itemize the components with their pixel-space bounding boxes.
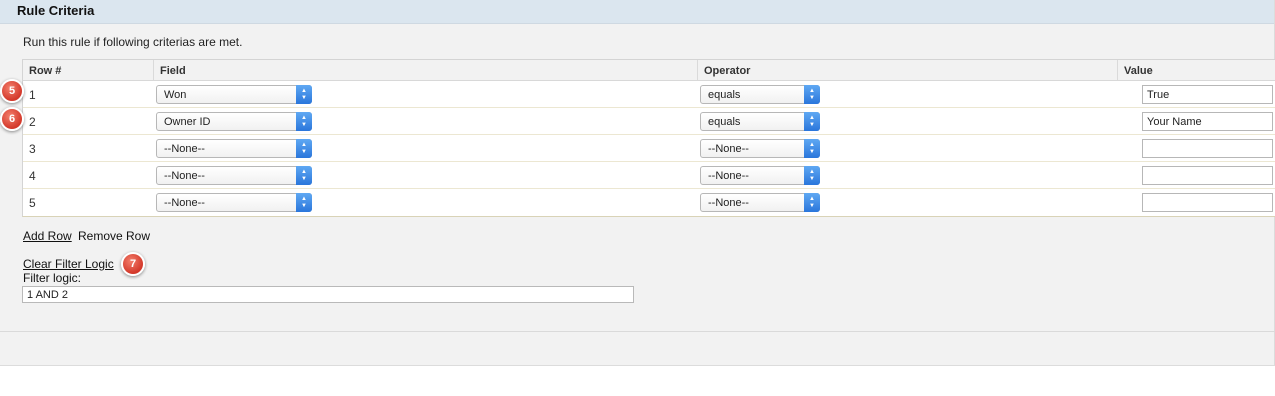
operator-select[interactable]: equals ▲ ▼ [700,85,820,104]
value-input[interactable]: True [1142,85,1273,104]
field-select-value: --None-- [164,143,205,155]
field-select[interactable]: Owner ID ▲ ▼ [156,112,312,131]
updown-arrows-icon: ▲ ▼ [296,112,312,131]
operator-select-value: --None-- [708,170,749,182]
operator-select[interactable]: --None-- ▲ ▼ [700,139,820,158]
updown-arrows-icon: ▲ ▼ [296,85,312,104]
remove-row-text: Remove Row [78,229,151,243]
field-select-value: Won [164,89,187,101]
column-header-row-number: Row # [29,65,62,77]
updown-arrows-icon: ▲ ▼ [296,139,312,158]
row-number: 1 [29,88,36,102]
intro-text: Run this rule if following criterias are… [23,35,243,49]
operator-select-value: --None-- [708,197,749,209]
column-header-value: Value [1117,60,1275,80]
updown-arrows-icon: ▲ ▼ [804,193,820,212]
operator-select[interactable]: equals ▲ ▼ [700,112,820,131]
updown-arrows-icon: ▲ ▼ [804,85,820,104]
field-select-value: --None-- [164,170,205,182]
operator-select-value: equals [708,89,741,101]
field-select-value: Owner ID [164,116,211,128]
rule-criteria-panel: Rule Criteria Run this rule if following… [0,0,1275,366]
table-header-row: Row # Field Operator Value [23,60,1275,81]
value-input[interactable] [1142,139,1273,158]
value-input[interactable] [1142,193,1273,212]
criteria-table: Row # Field Operator Value 1 Won ▲ ▼ equa… [22,59,1275,217]
column-header-field: Field [153,60,697,80]
operator-select[interactable]: --None-- ▲ ▼ [700,166,820,185]
table-row: 3 --None-- ▲ ▼ --None-- ▲ ▼ [23,135,1275,162]
table-row: 1 Won ▲ ▼ equals ▲ ▼ True [23,81,1275,108]
operator-select-value: equals [708,116,741,128]
field-select[interactable]: --None-- ▲ ▼ [156,139,312,158]
updown-arrows-icon: ▲ ▼ [804,166,820,185]
callout-badge: 7 [121,252,145,276]
field-select[interactable]: Won ▲ ▼ [156,85,312,104]
panel-header: Rule Criteria [0,0,1274,24]
operator-select-value: --None-- [708,143,749,155]
table-row: 2 Owner ID ▲ ▼ equals ▲ ▼ Your Name [23,108,1275,135]
clear-filter-logic-link[interactable]: Clear Filter Logic [23,257,114,271]
field-select-value: --None-- [164,197,205,209]
section-title: Rule Criteria [17,3,95,18]
table-row: 4 --None-- ▲ ▼ --None-- ▲ ▼ [23,162,1275,189]
field-select[interactable]: --None-- ▲ ▼ [156,193,312,212]
value-input[interactable] [1142,166,1273,185]
filter-logic-input[interactable]: 1 AND 2 [22,286,634,303]
updown-arrows-icon: ▲ ▼ [804,112,820,131]
value-input[interactable]: Your Name [1142,112,1273,131]
callout-badge: 6 [0,107,24,131]
operator-select[interactable]: --None-- ▲ ▼ [700,193,820,212]
updown-arrows-icon: ▲ ▼ [296,193,312,212]
field-select[interactable]: --None-- ▲ ▼ [156,166,312,185]
add-row-link[interactable]: Add Row [23,229,72,243]
row-number: 2 [29,115,36,129]
updown-arrows-icon: ▲ ▼ [296,166,312,185]
table-row: 5 --None-- ▲ ▼ --None-- ▲ ▼ [23,189,1275,216]
row-number: 5 [29,196,36,210]
callout-badge: 5 [0,79,24,103]
row-number: 3 [29,142,36,156]
updown-arrows-icon: ▲ ▼ [804,139,820,158]
column-header-operator: Operator [697,60,1117,80]
row-number: 4 [29,169,36,183]
panel-divider [0,331,1275,332]
filter-logic-label: Filter logic: [23,271,82,285]
